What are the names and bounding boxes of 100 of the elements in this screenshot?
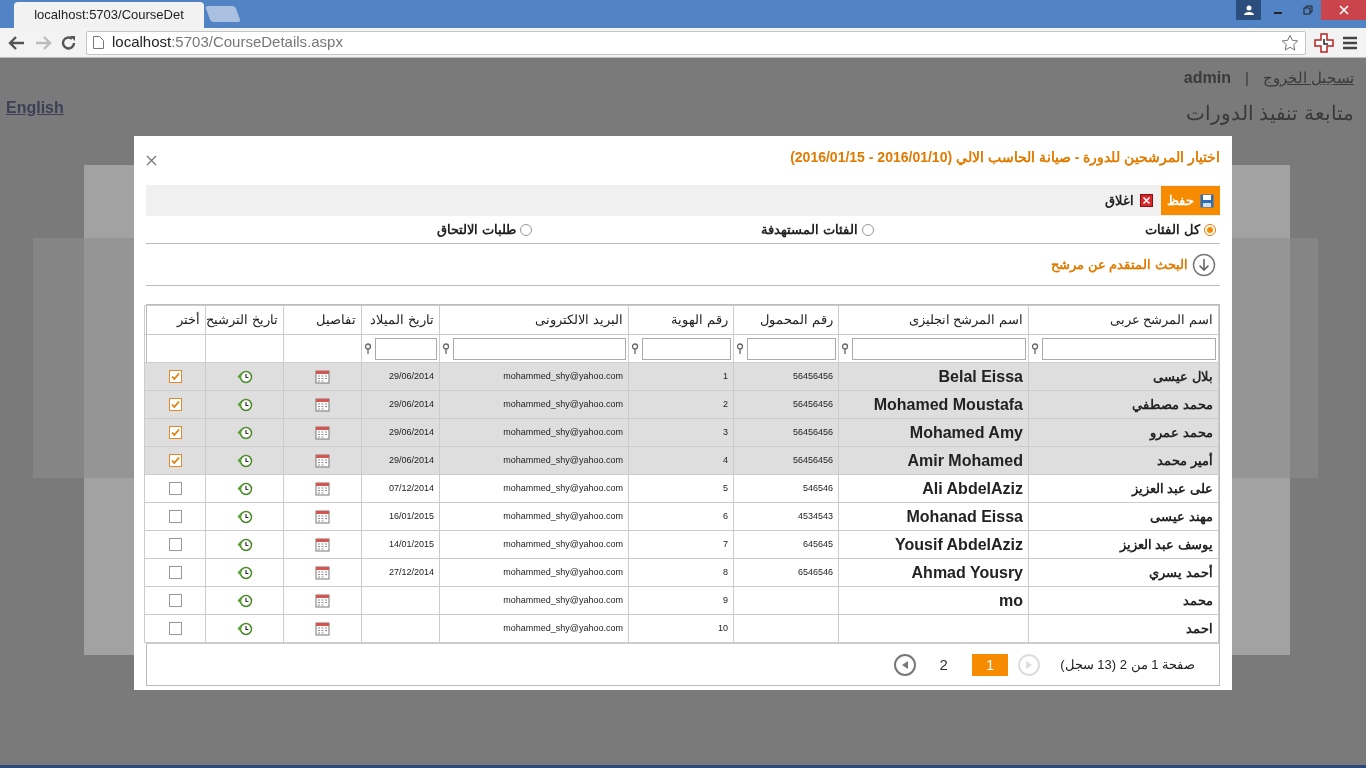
table-cell: 6 bbox=[628, 502, 734, 531]
table-cell: 7 bbox=[628, 530, 734, 559]
radio-label[interactable]: طلبات الالتحاق bbox=[437, 219, 516, 240]
pager-summary: صفحة 1 من 2 (13 سجل) bbox=[1060, 655, 1195, 675]
radio-label[interactable]: كل الفئات bbox=[1145, 219, 1200, 240]
checkbox[interactable] bbox=[168, 482, 182, 495]
checkbox[interactable] bbox=[168, 594, 182, 607]
checkbox[interactable] bbox=[168, 622, 182, 635]
table-cell: 27/12/2014 bbox=[361, 558, 440, 587]
table-cell: Mohamed Moustafa bbox=[838, 390, 1029, 419]
table-cell: 10 bbox=[628, 614, 734, 643]
column-header[interactable]: رقم الهوية bbox=[628, 305, 734, 335]
checkbox[interactable] bbox=[168, 510, 182, 523]
calendar-icon[interactable] bbox=[315, 593, 330, 608]
filter-field[interactable] bbox=[747, 337, 836, 360]
reload-icon[interactable] bbox=[60, 34, 78, 51]
checkbox[interactable] bbox=[168, 454, 182, 467]
column-header[interactable]: تفاصيل bbox=[283, 305, 362, 335]
calendar-icon[interactable] bbox=[315, 369, 330, 384]
page-icon bbox=[93, 36, 104, 49]
minimize-icon bbox=[1274, 12, 1282, 14]
next-page-button[interactable] bbox=[893, 653, 916, 676]
radio-button[interactable] bbox=[862, 223, 874, 236]
filter-icon[interactable] bbox=[631, 342, 639, 355]
column-header[interactable]: اسم المرشح انجليزى bbox=[838, 305, 1029, 335]
address-bar[interactable]: localhost:5703/CourseDetails.aspx bbox=[86, 30, 1306, 55]
filter-icon[interactable] bbox=[841, 342, 849, 355]
back-icon[interactable] bbox=[8, 34, 26, 51]
checkbox[interactable] bbox=[168, 426, 182, 439]
table-cell: 5 bbox=[628, 474, 734, 503]
filter-field[interactable] bbox=[453, 337, 626, 360]
close-icon bbox=[1140, 194, 1153, 207]
table-cell: mohammed_shy@yahoo.com bbox=[439, 558, 629, 587]
separator: | bbox=[1244, 67, 1249, 88]
checkbox[interactable] bbox=[168, 370, 182, 383]
column-header[interactable]: أختر bbox=[144, 305, 206, 335]
table-cell: Ali AbdelAziz bbox=[838, 474, 1029, 503]
page-button[interactable]: 2 bbox=[925, 653, 962, 676]
table-cell: Amir Mohamed bbox=[838, 446, 1029, 475]
calendar-icon[interactable] bbox=[315, 565, 330, 580]
profile-button[interactable] bbox=[1236, 0, 1261, 20]
calendar-icon[interactable] bbox=[315, 397, 330, 412]
column-header[interactable]: البريد الالكترونى bbox=[439, 305, 629, 335]
table-cell: 07/12/2014 bbox=[361, 474, 440, 503]
column-header[interactable]: رقم المحمول bbox=[733, 305, 839, 335]
table-cell: mohammed_shy@yahoo.com bbox=[439, 586, 629, 615]
close-button[interactable]: اغلاق bbox=[1103, 186, 1155, 215]
table-cell: mohammed_shy@yahoo.com bbox=[439, 390, 629, 419]
table-cell: أمير محمد bbox=[1028, 446, 1219, 475]
checkbox[interactable] bbox=[168, 566, 182, 579]
table-cell: 1 bbox=[628, 362, 734, 391]
filter-icon[interactable] bbox=[364, 342, 372, 355]
column-header[interactable]: تاريخ الميلاد bbox=[361, 305, 440, 335]
table-cell: Mohamed Amy bbox=[838, 418, 1029, 447]
extension-icon[interactable] bbox=[1314, 32, 1334, 53]
table-cell: mohammed_shy@yahoo.com bbox=[439, 614, 629, 643]
right-arrow-icon bbox=[1026, 660, 1033, 669]
new-tab-button[interactable] bbox=[205, 6, 241, 22]
filter-field[interactable] bbox=[1042, 337, 1216, 360]
table-cell: 4534543 bbox=[733, 502, 839, 531]
table-cell: 56456456 bbox=[733, 362, 839, 391]
table-cell: Belal Eissa bbox=[838, 362, 1029, 391]
calendar-icon[interactable] bbox=[315, 509, 330, 524]
floppy-icon bbox=[1200, 193, 1214, 208]
column-header[interactable]: اسم المرشح عربى bbox=[1028, 305, 1219, 335]
table-cell: Ahmad Yousry bbox=[838, 558, 1029, 587]
radio-button[interactable] bbox=[520, 223, 532, 236]
table-cell: 9 bbox=[628, 586, 734, 615]
table-cell: mohammed_shy@yahoo.com bbox=[439, 362, 629, 391]
calendar-icon[interactable] bbox=[315, 537, 330, 552]
filter-icon[interactable] bbox=[1031, 342, 1039, 355]
filter-field[interactable] bbox=[642, 337, 731, 360]
table-cell: 546546 bbox=[733, 474, 839, 503]
calendar-icon[interactable] bbox=[315, 453, 330, 468]
checkbox[interactable] bbox=[168, 538, 182, 551]
radio-label[interactable]: الفئات المستهدفة bbox=[761, 219, 858, 240]
person-icon bbox=[1243, 5, 1254, 15]
star-icon[interactable] bbox=[1281, 33, 1299, 52]
filter-icon[interactable] bbox=[442, 342, 450, 355]
table-cell: أحمد يسري bbox=[1028, 558, 1219, 587]
calendar-icon[interactable] bbox=[315, 481, 330, 496]
filter-field[interactable] bbox=[852, 337, 1026, 360]
table-cell: mohammed_shy@yahoo.com bbox=[439, 446, 629, 475]
calendar-icon[interactable] bbox=[315, 621, 330, 636]
menu-icon[interactable] bbox=[1342, 35, 1358, 50]
table-cell: يوسف عبد العزيز bbox=[1028, 530, 1219, 559]
filter-field[interactable] bbox=[375, 337, 437, 360]
close-window-button[interactable] bbox=[1321, 0, 1366, 20]
radio-button[interactable] bbox=[1204, 223, 1216, 236]
table-cell: 8 bbox=[628, 558, 734, 587]
column-header[interactable]: تاريخ الترشيح bbox=[205, 305, 284, 335]
calendar-icon[interactable] bbox=[315, 425, 330, 440]
restore-icon bbox=[1303, 5, 1313, 15]
filter-icon[interactable] bbox=[736, 342, 744, 355]
table-cell: 56456456 bbox=[733, 446, 839, 475]
browser-tab[interactable]: localhost:5703/CourseDet bbox=[14, 2, 204, 28]
close-icon[interactable] bbox=[146, 154, 157, 166]
table-cell: 29/06/2014 bbox=[361, 446, 440, 475]
table-cell: 2 bbox=[628, 390, 734, 419]
checkbox[interactable] bbox=[168, 398, 182, 411]
